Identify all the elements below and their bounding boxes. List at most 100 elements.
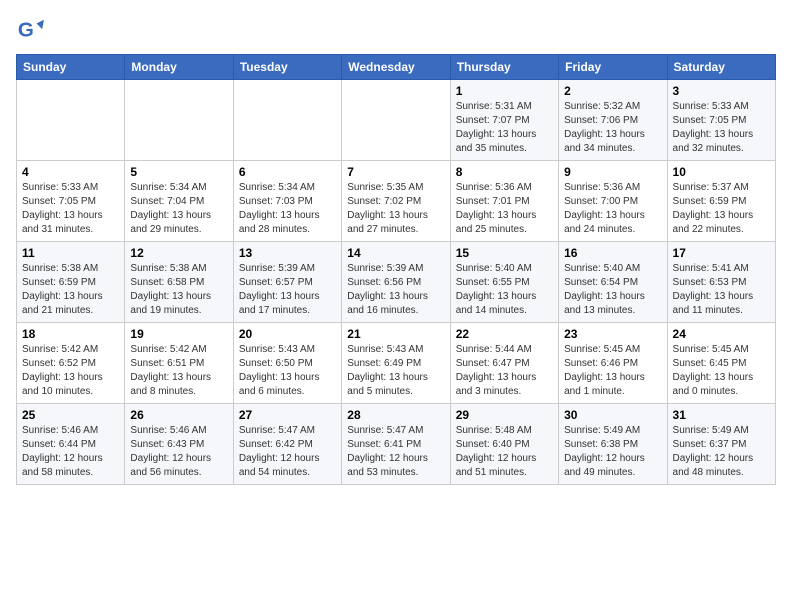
day-info: Sunrise: 5:40 AM Sunset: 6:55 PM Dayligh… (456, 262, 553, 318)
day-info: Sunrise: 5:34 AM Sunset: 7:04 PM Dayligh… (130, 181, 227, 237)
day-info: Sunrise: 5:44 AM Sunset: 6:47 PM Dayligh… (456, 343, 553, 399)
day-info: Sunrise: 5:39 AM Sunset: 6:57 PM Dayligh… (239, 262, 336, 318)
day-number: 19 (130, 327, 227, 341)
calendar-cell: 27 Sunrise: 5:47 AM Sunset: 6:42 PM Dayli… (233, 404, 341, 485)
calendar-cell: 5 Sunrise: 5:34 AM Sunset: 7:04 PM Daylig… (125, 161, 233, 242)
calendar-cell: 19 Sunrise: 5:42 AM Sunset: 6:51 PM Dayli… (125, 323, 233, 404)
calendar-header: SundayMondayTuesdayWednesdayThursdayFrid… (17, 55, 776, 80)
calendar-cell: 7 Sunrise: 5:35 AM Sunset: 7:02 PM Daylig… (342, 161, 450, 242)
weekday-header-thursday: Thursday (450, 55, 558, 80)
day-number: 21 (347, 327, 444, 341)
day-info: Sunrise: 5:39 AM Sunset: 6:56 PM Dayligh… (347, 262, 444, 318)
week-row-3: 11 Sunrise: 5:38 AM Sunset: 6:59 PM Dayli… (17, 242, 776, 323)
day-number: 10 (673, 165, 770, 179)
day-number: 8 (456, 165, 553, 179)
calendar-cell: 4 Sunrise: 5:33 AM Sunset: 7:05 PM Daylig… (17, 161, 125, 242)
day-number: 27 (239, 408, 336, 422)
calendar-cell: 1Sunrise: 5:31 AM Sunset: 7:07 PM Daylig… (450, 80, 558, 161)
week-row-5: 25 Sunrise: 5:46 AM Sunset: 6:44 PM Dayli… (17, 404, 776, 485)
day-number: 25 (22, 408, 119, 422)
weekday-header-tuesday: Tuesday (233, 55, 341, 80)
day-info: Sunrise: 5:43 AM Sunset: 6:50 PM Dayligh… (239, 343, 336, 399)
day-info: Sunrise: 5:40 AM Sunset: 6:54 PM Dayligh… (564, 262, 661, 318)
day-info: Sunrise: 5:47 AM Sunset: 6:41 PM Dayligh… (347, 424, 444, 480)
day-number: 3 (673, 84, 770, 98)
day-number: 15 (456, 246, 553, 260)
week-row-2: 4 Sunrise: 5:33 AM Sunset: 7:05 PM Daylig… (17, 161, 776, 242)
calendar-cell (342, 80, 450, 161)
day-info: Sunrise: 5:31 AM Sunset: 7:07 PM Dayligh… (456, 100, 553, 156)
day-info: Sunrise: 5:47 AM Sunset: 6:42 PM Dayligh… (239, 424, 336, 480)
calendar-cell: 8 Sunrise: 5:36 AM Sunset: 7:01 PM Daylig… (450, 161, 558, 242)
day-info: Sunrise: 5:46 AM Sunset: 6:43 PM Dayligh… (130, 424, 227, 480)
weekday-header-monday: Monday (125, 55, 233, 80)
day-info: Sunrise: 5:38 AM Sunset: 6:58 PM Dayligh… (130, 262, 227, 318)
calendar-cell: 18Sunrise: 5:42 AM Sunset: 6:52 PM Dayli… (17, 323, 125, 404)
day-number: 22 (456, 327, 553, 341)
day-info: Sunrise: 5:37 AM Sunset: 6:59 PM Dayligh… (673, 181, 770, 237)
day-info: Sunrise: 5:34 AM Sunset: 7:03 PM Dayligh… (239, 181, 336, 237)
day-number: 6 (239, 165, 336, 179)
day-number: 23 (564, 327, 661, 341)
day-info: Sunrise: 5:33 AM Sunset: 7:05 PM Dayligh… (22, 181, 119, 237)
day-number: 7 (347, 165, 444, 179)
calendar-cell: 28 Sunrise: 5:47 AM Sunset: 6:41 PM Dayli… (342, 404, 450, 485)
day-number: 12 (130, 246, 227, 260)
calendar-cell: 10 Sunrise: 5:37 AM Sunset: 6:59 PM Dayli… (667, 161, 775, 242)
day-number: 5 (130, 165, 227, 179)
day-info: Sunrise: 5:46 AM Sunset: 6:44 PM Dayligh… (22, 424, 119, 480)
day-info: Sunrise: 5:43 AM Sunset: 6:49 PM Dayligh… (347, 343, 444, 399)
day-info: Sunrise: 5:38 AM Sunset: 6:59 PM Dayligh… (22, 262, 119, 318)
calendar-table: SundayMondayTuesdayWednesdayThursdayFrid… (16, 54, 776, 485)
calendar-cell: 29 Sunrise: 5:48 AM Sunset: 6:40 PM Dayli… (450, 404, 558, 485)
day-info: Sunrise: 5:49 AM Sunset: 6:38 PM Dayligh… (564, 424, 661, 480)
day-info: Sunrise: 5:45 AM Sunset: 6:45 PM Dayligh… (673, 343, 770, 399)
calendar-cell: 17Sunrise: 5:41 AM Sunset: 6:53 PM Dayli… (667, 242, 775, 323)
day-info: Sunrise: 5:49 AM Sunset: 6:37 PM Dayligh… (673, 424, 770, 480)
day-info: Sunrise: 5:36 AM Sunset: 7:01 PM Dayligh… (456, 181, 553, 237)
calendar-cell: 2 Sunrise: 5:32 AM Sunset: 7:06 PM Daylig… (559, 80, 667, 161)
day-number: 29 (456, 408, 553, 422)
calendar-cell: 26Sunrise: 5:46 AM Sunset: 6:43 PM Dayli… (125, 404, 233, 485)
day-number: 30 (564, 408, 661, 422)
calendar-cell: 12 Sunrise: 5:38 AM Sunset: 6:58 PM Dayli… (125, 242, 233, 323)
day-number: 28 (347, 408, 444, 422)
day-number: 14 (347, 246, 444, 260)
week-row-4: 18Sunrise: 5:42 AM Sunset: 6:52 PM Dayli… (17, 323, 776, 404)
calendar-cell: 30 Sunrise: 5:49 AM Sunset: 6:38 PM Dayli… (559, 404, 667, 485)
calendar-cell: 16 Sunrise: 5:40 AM Sunset: 6:54 PM Dayli… (559, 242, 667, 323)
day-number: 4 (22, 165, 119, 179)
calendar-cell: 22 Sunrise: 5:44 AM Sunset: 6:47 PM Dayli… (450, 323, 558, 404)
calendar-cell: 11 Sunrise: 5:38 AM Sunset: 6:59 PM Dayli… (17, 242, 125, 323)
day-number: 13 (239, 246, 336, 260)
calendar-cell (125, 80, 233, 161)
calendar-cell: 3Sunrise: 5:33 AM Sunset: 7:05 PM Daylig… (667, 80, 775, 161)
calendar-cell (233, 80, 341, 161)
weekday-header-friday: Friday (559, 55, 667, 80)
day-info: Sunrise: 5:32 AM Sunset: 7:06 PM Dayligh… (564, 100, 661, 156)
day-info: Sunrise: 5:42 AM Sunset: 6:51 PM Dayligh… (130, 343, 227, 399)
calendar-cell: 14 Sunrise: 5:39 AM Sunset: 6:56 PM Dayli… (342, 242, 450, 323)
day-number: 2 (564, 84, 661, 98)
day-info: Sunrise: 5:36 AM Sunset: 7:00 PM Dayligh… (564, 181, 661, 237)
day-number: 31 (673, 408, 770, 422)
calendar-cell: 21 Sunrise: 5:43 AM Sunset: 6:49 PM Dayli… (342, 323, 450, 404)
calendar-cell: 25 Sunrise: 5:46 AM Sunset: 6:44 PM Dayli… (17, 404, 125, 485)
page-header: G (16, 16, 776, 44)
logo: G (16, 16, 48, 44)
calendar-cell: 6 Sunrise: 5:34 AM Sunset: 7:03 PM Daylig… (233, 161, 341, 242)
calendar-cell (17, 80, 125, 161)
day-number: 20 (239, 327, 336, 341)
calendar-cell: 23Sunrise: 5:45 AM Sunset: 6:46 PM Dayli… (559, 323, 667, 404)
week-row-1: 1Sunrise: 5:31 AM Sunset: 7:07 PM Daylig… (17, 80, 776, 161)
day-number: 11 (22, 246, 119, 260)
calendar-cell: 13 Sunrise: 5:39 AM Sunset: 6:57 PM Dayli… (233, 242, 341, 323)
day-info: Sunrise: 5:48 AM Sunset: 6:40 PM Dayligh… (456, 424, 553, 480)
day-number: 16 (564, 246, 661, 260)
day-info: Sunrise: 5:42 AM Sunset: 6:52 PM Dayligh… (22, 343, 119, 399)
calendar-cell: 15 Sunrise: 5:40 AM Sunset: 6:55 PM Dayli… (450, 242, 558, 323)
day-info: Sunrise: 5:41 AM Sunset: 6:53 PM Dayligh… (673, 262, 770, 318)
day-number: 24 (673, 327, 770, 341)
day-info: Sunrise: 5:35 AM Sunset: 7:02 PM Dayligh… (347, 181, 444, 237)
logo-icon: G (16, 16, 44, 44)
